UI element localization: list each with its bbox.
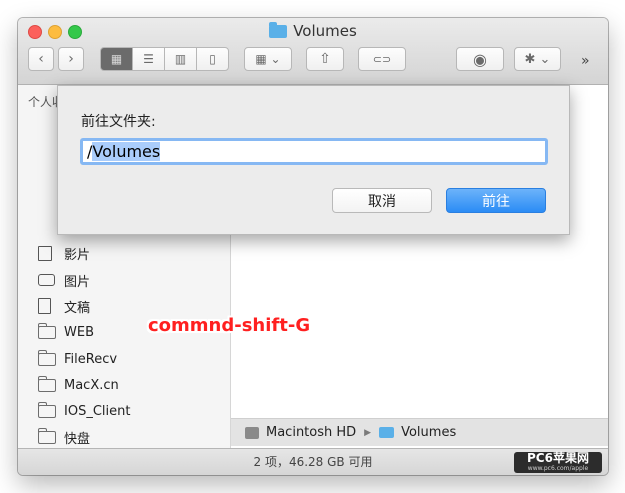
folder-icon <box>37 401 56 418</box>
go-to-folder-label: 前往文件夹: <box>81 114 156 130</box>
forward-button[interactable]: › <box>58 47 84 71</box>
window-title: Volumes <box>18 22 608 40</box>
view-mode-segmented-control: ▦ ☰ ▥ ▯ <box>100 47 229 71</box>
path-bar: Macintosh HD ▶ Volumes <box>231 418 608 446</box>
sidebar-item-label: 文稿 <box>64 300 91 316</box>
camera-icon <box>38 274 55 286</box>
input-selected-text: Volumes <box>92 142 161 161</box>
column-view-button[interactable]: ▥ <box>164 47 197 71</box>
path-folder-segment[interactable]: Volumes <box>401 425 456 440</box>
action-gear-button[interactable]: ✱ ⌄ <box>514 47 561 71</box>
sidebar-item-ios-client[interactable]: IOS_Client <box>37 400 131 422</box>
arrange-button[interactable]: ▦ ⌄ <box>244 47 292 71</box>
status-bar: 2 项，46.28 GB 可用 PC6苹果网 www.pc6.com/apple <box>18 448 608 475</box>
sidebar-item-filerecv[interactable]: FileRecv <box>37 348 118 370</box>
quick-look-button[interactable]: ◉ <box>456 47 504 71</box>
sidebar-item-label: 图片 <box>64 274 91 290</box>
path-disk-segment[interactable]: Macintosh HD <box>266 425 356 440</box>
film-icon <box>38 245 52 261</box>
shortcut-annotation: commnd-shift-G <box>148 315 311 336</box>
icon-view-button[interactable]: ▦ <box>100 47 133 71</box>
sidebar-item-movies[interactable]: 影片 <box>38 242 90 264</box>
list-view-button[interactable]: ☰ <box>132 47 165 71</box>
go-button[interactable]: 前往 <box>446 188 546 213</box>
folder-icon <box>37 375 56 392</box>
path-separator-icon: ▶ <box>364 427 372 438</box>
folder-icon <box>37 349 56 366</box>
sidebar-item-label: WEB <box>64 324 94 340</box>
cancel-button[interactable]: 取消 <box>332 188 432 213</box>
status-text: 2 项，46.28 GB 可用 <box>253 455 373 469</box>
sidebar-item-label: 影片 <box>64 247 91 263</box>
sidebar-item-kuaipan[interactable]: 快盘 <box>37 426 91 448</box>
folder-path-input[interactable]: /Volumes <box>80 138 548 165</box>
cover-flow-view-button[interactable]: ▯ <box>196 47 229 71</box>
sidebar-item-label: FileRecv <box>64 351 118 367</box>
tag-button[interactable]: ⊂⊃ <box>358 47 406 71</box>
hard-disk-icon <box>245 426 259 439</box>
folder-icon <box>37 322 56 339</box>
watermark-url: www.pc6.com/apple <box>527 465 589 472</box>
sidebar-item-label: IOS_Client <box>64 403 131 419</box>
folder-icon <box>37 427 56 444</box>
folder-icon <box>379 427 395 438</box>
window-title-text: Volumes <box>293 22 357 40</box>
sidebar-item-label: 快盘 <box>64 431 91 447</box>
titlebar: Volumes ‹ › ▦ ☰ ▥ ▯ ▦ ⌄ ⇧ ⊂⊃ ◉ ✱ ⌄ » <box>18 18 608 85</box>
folder-icon <box>269 22 288 38</box>
watermark-logo: PC6苹果网 www.pc6.com/apple <box>514 452 602 473</box>
sidebar-item-pictures[interactable]: 图片 <box>38 269 90 291</box>
sidebar-item-web[interactable]: WEB <box>37 321 94 343</box>
sidebar-item-documents[interactable]: 文稿 <box>38 295 90 317</box>
toolbar-overflow-chevron-icon[interactable]: » <box>581 53 590 69</box>
sidebar-item-label: MacX.cn <box>64 377 119 393</box>
watermark-text: PC6苹果网 <box>527 451 589 465</box>
back-button[interactable]: ‹ <box>28 47 54 71</box>
sidebar-item-macx[interactable]: MacX.cn <box>37 374 119 396</box>
document-icon <box>38 298 51 314</box>
go-to-folder-sheet: 前往文件夹: /Volumes 取消 前往 <box>57 85 570 235</box>
share-button[interactable]: ⇧ <box>306 47 344 71</box>
